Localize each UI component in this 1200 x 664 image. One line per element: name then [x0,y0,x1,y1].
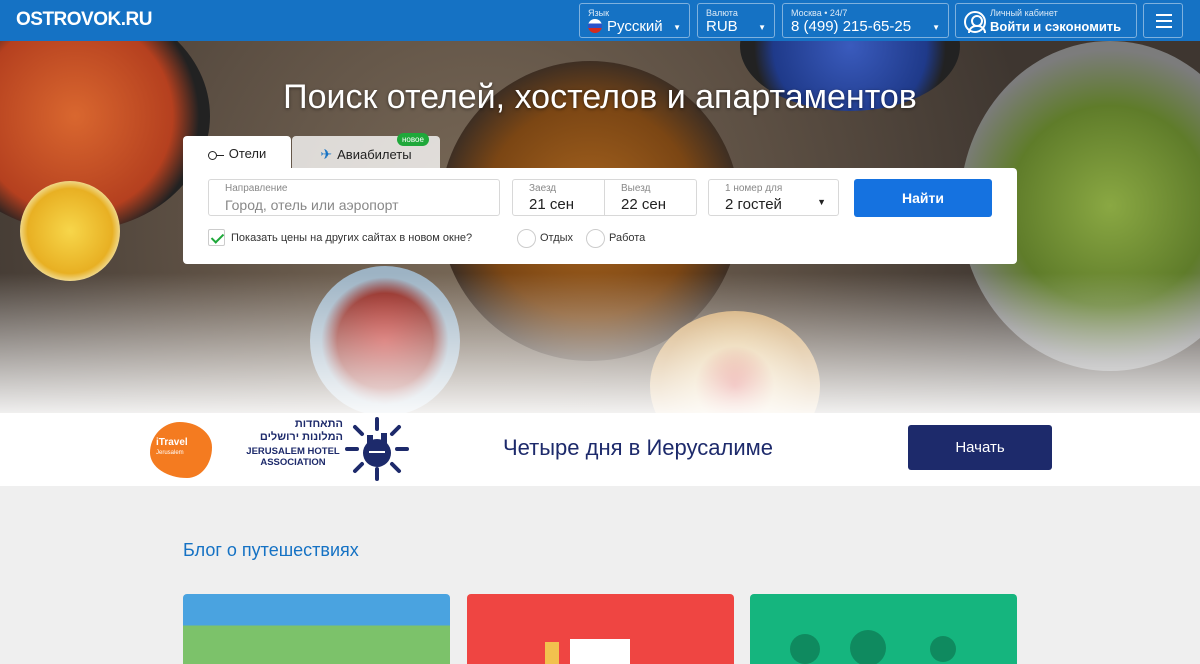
chevron-down-icon: ▼ [673,23,681,32]
blog-section-title[interactable]: Блог о путешествиях [183,540,359,561]
checkin-label: Заезд [529,183,557,194]
menu-icon [1156,14,1172,16]
chevron-down-icon: ▼ [817,197,826,207]
trip-type-leisure-label: Отдых [540,232,574,244]
checkout-field[interactable]: Выезд 22 сен [605,179,697,216]
trip-type-leisure-radio[interactable] [517,229,536,248]
checkout-label: Выезд [621,183,651,194]
destination-field[interactable]: Направление [208,179,500,216]
key-icon [207,150,224,160]
chevron-down-icon: ▼ [932,23,940,32]
phone-label: Москва • 24/7 [791,8,848,18]
rooms-guests-select[interactable]: 1 номер для 2 гостей ▼ [708,179,839,216]
destination-label: Направление [225,183,288,194]
trip-type-business-label: Работа [609,232,646,244]
currency-label: Валюта [706,8,738,18]
currency-value: RUB [706,18,738,35]
lemon [20,181,120,281]
destination-input[interactable] [225,195,495,213]
rooms-label: 1 номер для [725,183,783,194]
account-value: Войти и сэкономить [990,19,1122,34]
account-button[interactable]: Личный кабинет Войти и сэкономить [955,3,1137,38]
user-icon [964,11,986,33]
promo-banner: iTravel Jerusalem התאחדות המלונות ירושלי… [0,413,1200,486]
language-value: Русский [607,18,663,35]
trip-type-business-radio[interactable] [586,229,605,248]
plane-icon: ✈ [320,146,333,162]
association-english-name: JERUSALEM HOTEL ASSOCIATION [246,446,340,468]
site-logo[interactable]: OSTROVOK.RU [16,9,152,31]
itravel-logo: iTravel Jerusalem [150,422,212,478]
tab-flights-label: Авиабилеты [337,147,412,162]
phone-selector[interactable]: Москва • 24/7 8 (499) 215-65-25 ▼ [782,3,949,38]
hero-title: Поиск отелей, хостелов и апартаментов [283,78,917,116]
compare-prices-checkbox[interactable] [208,229,225,246]
checkout-value: 22 сен [621,196,666,213]
account-label: Личный кабинет [990,8,1058,18]
search-panel: Направление Заезд 21 сен Выезд 22 сен 1 … [183,168,1017,264]
search-button[interactable]: Найти [854,179,992,217]
tab-hotels-label: Отели [228,146,267,161]
card-illustration [790,634,820,664]
checkin-field[interactable]: Заезд 21 сен [512,179,605,216]
jerusalem-emblem-icon [345,417,409,481]
checkin-value: 21 сен [529,196,574,213]
promo-start-button[interactable]: Начать [908,425,1052,470]
blog-card-1[interactable] [183,594,450,664]
menu-button[interactable] [1143,3,1183,38]
tab-hotels[interactable]: Отели [183,136,291,168]
card-illustration [570,639,630,664]
association-hebrew-name: התאחדות המלונות ירושלים [259,418,343,443]
new-badge: новое [397,133,429,146]
promo-headline: Четыре дня в Иерусалиме [503,435,773,460]
blog-card-3[interactable] [750,594,1017,664]
chevron-down-icon: ▼ [758,23,766,32]
top-bar: OSTROVOK.RU Язык Русский ▼ Валюта RUB ▼ … [0,0,1200,41]
currency-selector[interactable]: Валюта RUB ▼ [697,3,775,38]
blog-card-2[interactable] [467,594,734,664]
language-label: Язык [588,8,610,18]
russia-flag-icon [588,19,602,33]
language-selector[interactable]: Язык Русский ▼ [579,3,690,38]
compare-prices-label: Показать цены на других сайтах в новом о… [231,232,473,244]
phone-value: 8 (499) 215-65-25 [791,18,912,35]
